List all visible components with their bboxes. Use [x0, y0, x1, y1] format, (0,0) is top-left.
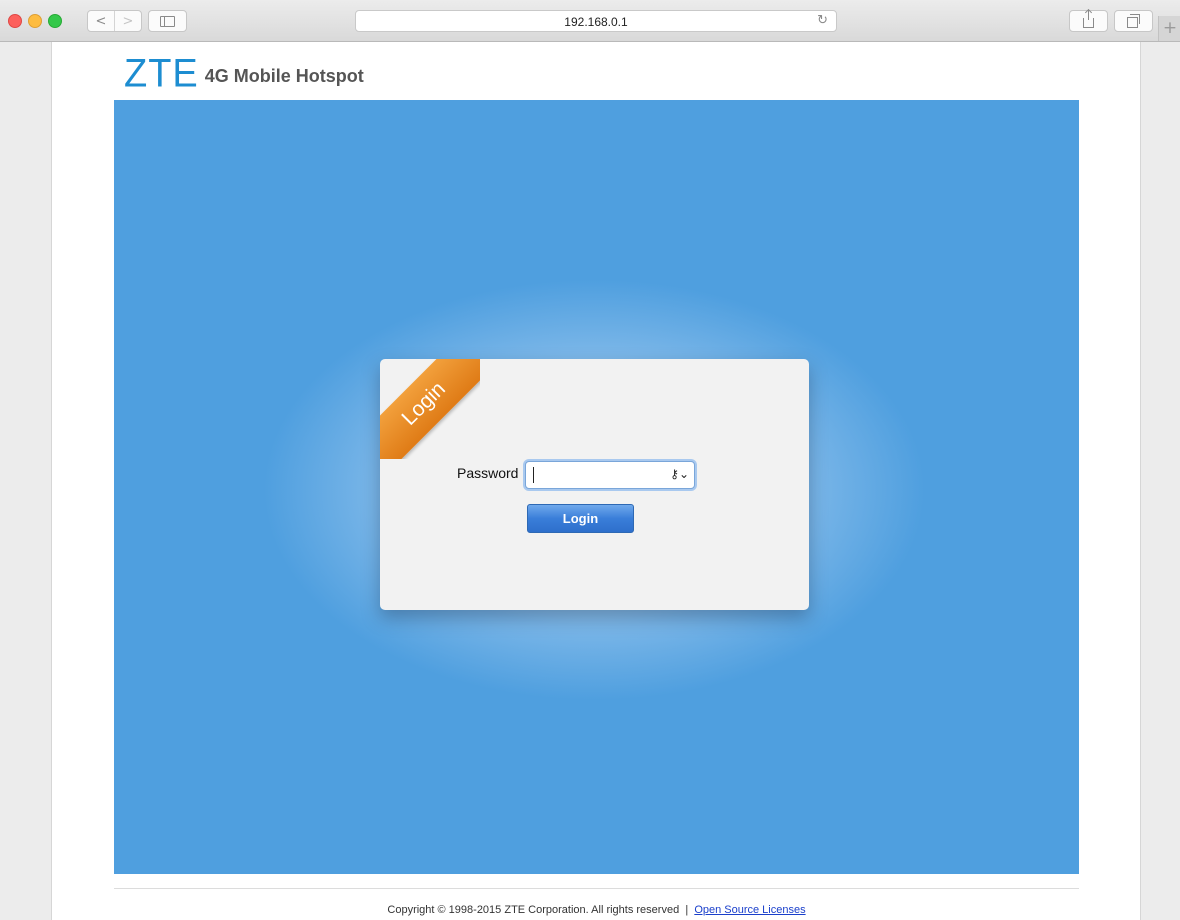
- copyright-text: Copyright © 1998-2015 ZTE Corporation. A…: [387, 904, 680, 916]
- text-cursor: [533, 467, 534, 483]
- open-source-licenses-link[interactable]: Open Source Licenses: [694, 904, 805, 916]
- new-tab-button[interactable]: +: [1158, 16, 1180, 41]
- login-ribbon-label: Login: [380, 359, 480, 459]
- login-button[interactable]: Login: [527, 504, 634, 533]
- login-ribbon: Login: [380, 359, 480, 459]
- reload-icon[interactable]: ↻: [817, 13, 828, 28]
- history-nav: < >: [87, 10, 142, 32]
- logo-subtitle: 4G Mobile Hotspot: [204, 66, 364, 86]
- sidebar-icon: [160, 15, 175, 27]
- tabs-icon: [1127, 14, 1140, 28]
- footer-divider: [114, 888, 1079, 889]
- show-tabs-button[interactable]: [1114, 10, 1153, 32]
- footer-separator: |: [685, 904, 689, 916]
- zte-logo: ZTE 4G Mobile Hotspot: [124, 51, 364, 97]
- minimize-window-button[interactable]: [28, 14, 42, 28]
- key-icon[interactable]: ⚷⌄: [670, 467, 689, 481]
- address-bar[interactable]: 192.168.0.1 ↻: [355, 10, 837, 32]
- left-gutter: [0, 42, 52, 920]
- share-icon: [1083, 10, 1094, 28]
- right-gutter: [1140, 42, 1180, 920]
- browser-toolbar: < > 192.168.0.1 ↻ +: [0, 0, 1180, 42]
- share-button[interactable]: [1069, 10, 1108, 32]
- password-field[interactable]: ⚷⌄: [525, 461, 695, 489]
- zoom-window-button[interactable]: [48, 14, 62, 28]
- logo-brand: ZTE: [124, 51, 199, 97]
- back-icon[interactable]: <: [88, 11, 114, 31]
- footer: Copyright © 1998-2015 ZTE Corporation. A…: [114, 904, 1079, 916]
- url-text: 192.168.0.1: [564, 15, 628, 29]
- close-window-button[interactable]: [8, 14, 22, 28]
- forward-icon[interactable]: >: [114, 11, 141, 31]
- sidebar-button[interactable]: [148, 10, 187, 32]
- password-label: Password: [457, 465, 519, 481]
